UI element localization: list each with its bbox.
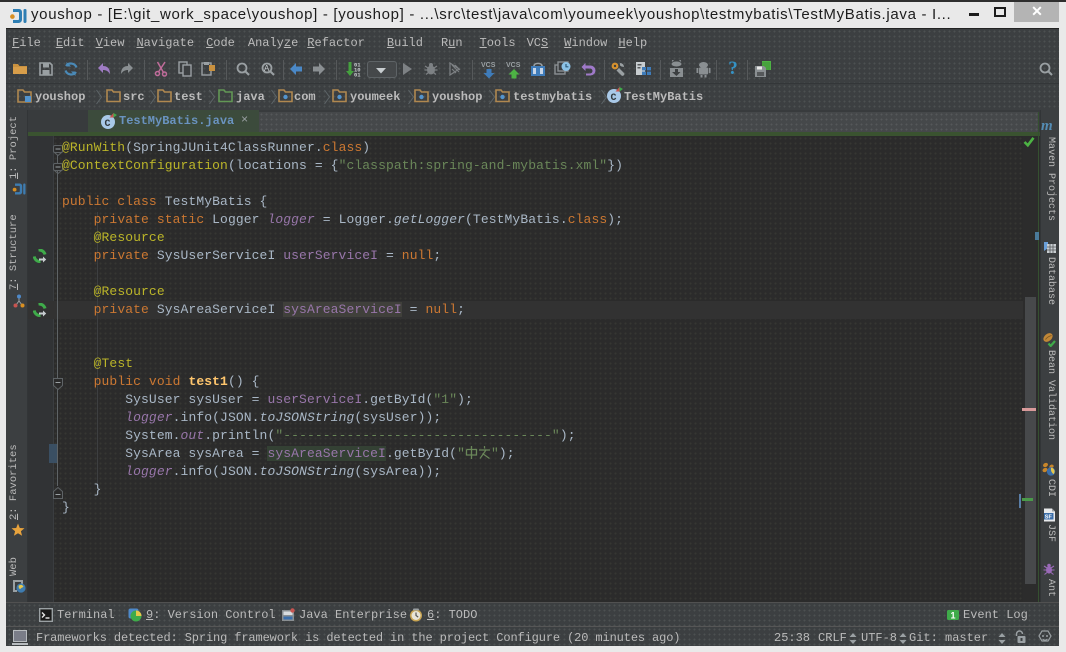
svg-text:01: 01 (354, 72, 361, 79)
svg-text:C: C (611, 93, 617, 104)
svg-text:C: C (105, 119, 111, 130)
svg-text:1: 1 (951, 611, 956, 621)
svg-text:VCS: VCS (506, 62, 521, 69)
svg-text:SF: SF (1045, 515, 1053, 521)
svg-text:A: A (264, 64, 270, 73)
svg-text:VCS: VCS (481, 62, 496, 69)
